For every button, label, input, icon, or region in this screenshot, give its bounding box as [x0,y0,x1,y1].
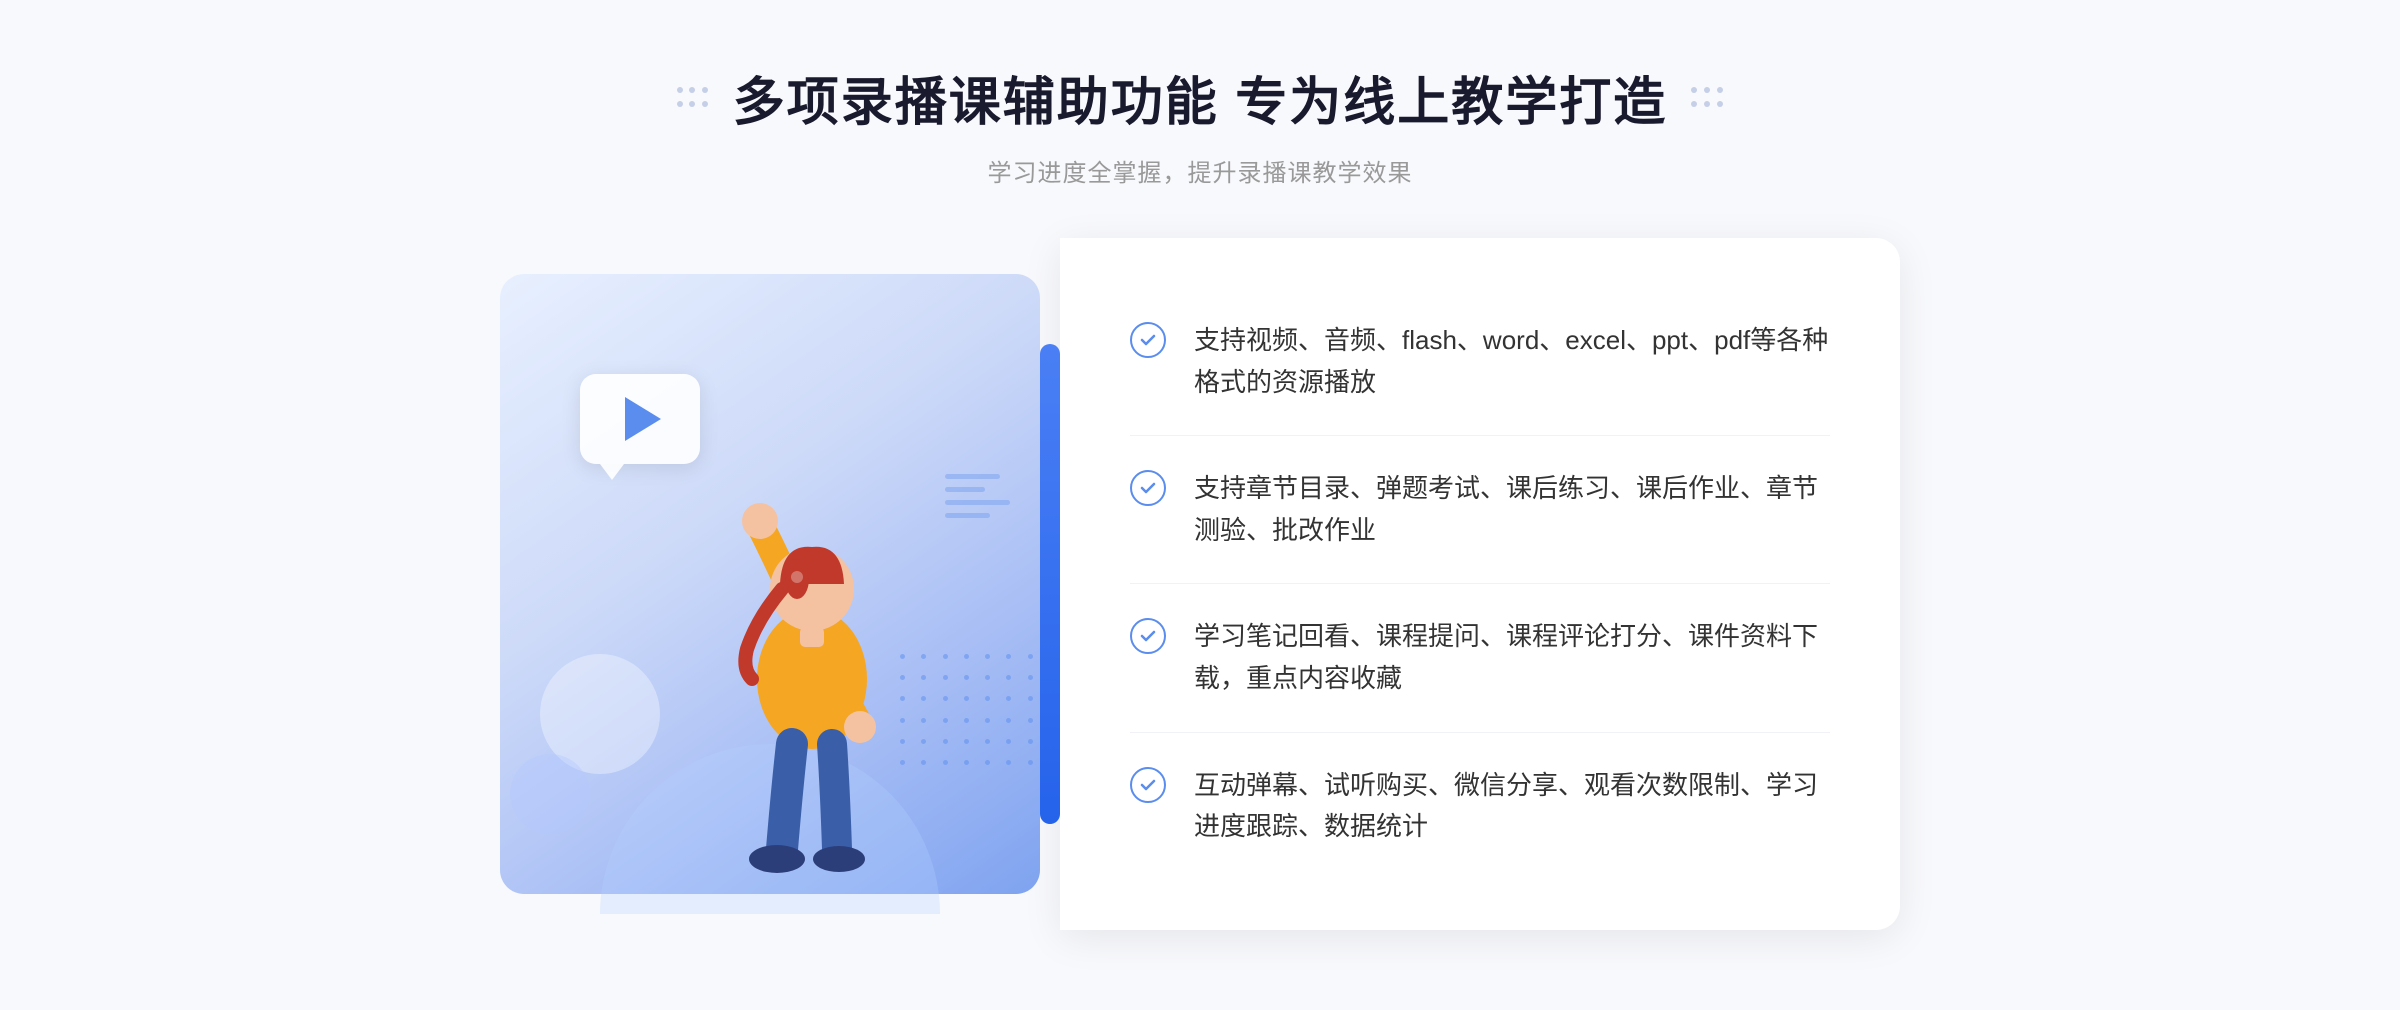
play-icon [625,397,661,441]
feature-text-1: 支持视频、音频、flash、word、excel、ppt、pdf等各种格式的资源… [1194,320,1830,403]
person-illustration [672,389,952,894]
page-subtitle: 学习进度全掌握，提升录播课教学效果 [0,153,2400,188]
feature-item-2: 支持章节目录、弹题考试、课后练习、课后作业、章节测验、批改作业 [1130,436,1830,584]
check-circle-4 [1130,767,1166,803]
check-icon-1 [1130,322,1166,358]
title-decoration-left [677,87,709,109]
bubble-tail [600,464,624,480]
feature-item-3: 学习笔记回看、课程提问、课程评论打分、课件资料下载，重点内容收藏 [1130,584,1830,732]
connector-bar [1040,344,1060,824]
main-content: 支持视频、音频、flash、word、excel、ppt、pdf等各种格式的资源… [500,238,1900,930]
decorative-stripes [945,474,1010,518]
feature-item-4: 互动弹幕、试听购买、微信分享、观看次数限制、学习进度跟踪、数据统计 [1130,733,1830,880]
feature-item-1: 支持视频、音频、flash、word、excel、ppt、pdf等各种格式的资源… [1130,288,1830,436]
check-icon-2 [1130,470,1166,506]
feature-text-4: 互动弹幕、试听购买、微信分享、观看次数限制、学习进度跟踪、数据统计 [1194,765,1830,848]
header-section: 多项录播课辅助功能 专为线上教学打造 学习进度全掌握，提升录播课教学效果 [0,60,2400,188]
features-card: 支持视频、音频、flash、word、excel、ppt、pdf等各种格式的资源… [1060,238,1900,930]
title-row: 多项录播课辅助功能 专为线上教学打造 [0,60,2400,135]
check-icon-4 [1130,767,1166,803]
deco-circle-small [510,754,590,834]
feature-text-2: 支持章节目录、弹题考试、课后练习、课后作业、章节测验、批改作业 [1194,468,1830,551]
feature-text-3: 学习笔记回看、课程提问、课程评论打分、课件资料下载，重点内容收藏 [1194,616,1830,699]
title-decoration-right [1691,87,1723,109]
check-circle-2 [1130,470,1166,506]
page-title: 多项录播课辅助功能 专为线上教学打造 [733,60,1667,135]
check-icon-3 [1130,618,1166,654]
illustration-card [500,274,1040,894]
check-circle-1 [1130,322,1166,358]
check-circle-3 [1130,618,1166,654]
